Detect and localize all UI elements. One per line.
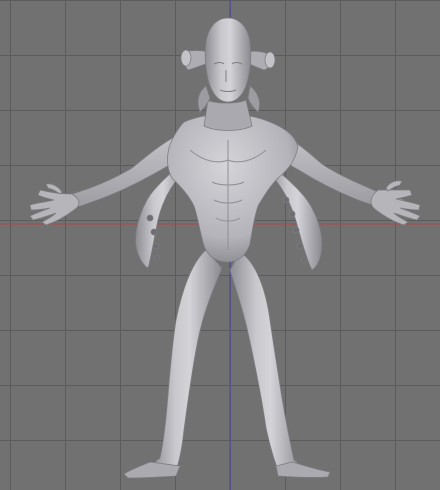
viewport-scene[interactable] <box>0 0 440 490</box>
left-leg <box>149 249 223 471</box>
neck <box>203 99 253 131</box>
3d-viewport[interactable] <box>0 0 440 490</box>
torso <box>167 113 299 263</box>
tentacle-right <box>267 167 323 271</box>
right-foot <box>275 461 331 478</box>
creature-mesh[interactable] <box>29 17 421 479</box>
head <box>204 17 252 103</box>
head-fin-right <box>247 85 260 113</box>
left-hand <box>29 183 80 226</box>
right-leg <box>229 251 306 471</box>
right-hand <box>370 180 421 226</box>
